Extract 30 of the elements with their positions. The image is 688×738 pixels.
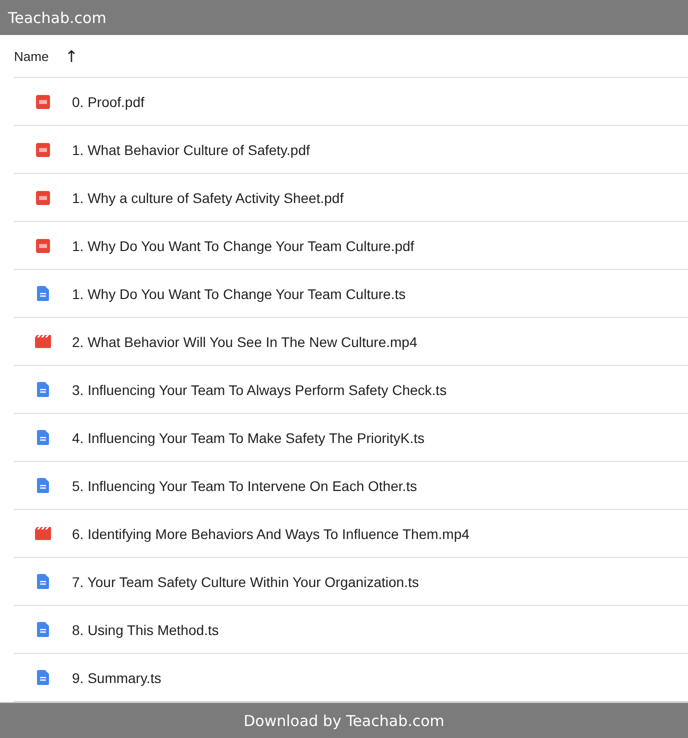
file-name[interactable]: 1. Why a culture of Safety Activity Sheet.pdf [72,190,344,206]
file-name[interactable]: 1. What Behavior Culture of Safety.pdf [72,142,310,158]
file-name[interactable]: 1. Why Do You Want To Change Your Team Culture.ts [72,286,406,302]
file-name[interactable]: 1. Why Do You Want To Change Your Team Culture.pdf [72,238,414,254]
document-icon [37,622,49,637]
document-icon [37,478,49,493]
sort-arrow[interactable]: ↑ [64,46,78,66]
document-icon [37,382,49,397]
file-name[interactable]: 0. Proof.pdf [72,94,144,110]
pdf-file-icon [36,94,50,108]
file-name[interactable]: 4. Influencing Your Team To Make Safety The PriorityK.ts [72,430,425,446]
file-name[interactable]: 2. What Behavior Will You See In The New Culture.mp4 [72,334,418,350]
pdf-file-icon [36,190,50,204]
document-icon [37,286,49,301]
footer-text: Download by Teachab.com [244,712,444,730]
file-name[interactable]: 6. Identifying More Behaviors And Ways To Influence Them.mp4 [72,526,470,542]
file-name[interactable]: 9. Summary.ts [72,670,162,686]
document-icon [37,574,49,589]
pdf-file-icon [36,142,50,156]
film-icon [35,527,51,540]
column-header[interactable]: Name [14,48,49,64]
document-icon [37,430,49,445]
site-title: Teachab.com [8,8,106,26]
file-name[interactable]: 5. Influencing Your Team To Intervene On Each Other.ts [72,478,418,494]
film-icon [35,335,51,348]
pdf-file-icon [36,238,50,252]
file-name[interactable]: 7. Your Team Safety Culture Within Your Organization.ts [72,574,419,590]
file-name[interactable]: 3. Influencing Your Team To Always Perform Safety Check.ts [72,382,447,398]
file-name[interactable]: 8. Using This Method.ts [72,622,219,638]
document-icon [37,670,49,685]
